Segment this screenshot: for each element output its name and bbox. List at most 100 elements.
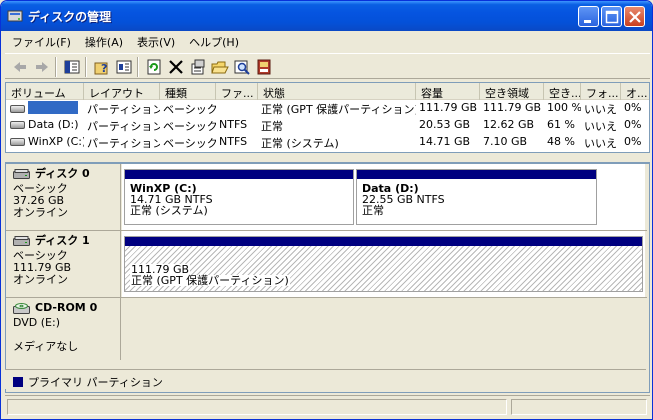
column-header-layout[interactable]: レイアウト [84, 83, 160, 100]
maximize-button[interactable] [601, 6, 622, 27]
disk-graphical-view: ディスク 0 ベーシック 37.26 GB オンライン WinXP (C:) 1… [5, 162, 650, 393]
disk-title: CD-ROM 0 [35, 301, 98, 314]
volume-list-header: ボリューム レイアウト 種類 ファ... 状態 容量 空き領域 空き... フォ… [6, 83, 649, 100]
minimize-button[interactable] [578, 6, 599, 27]
back-icon[interactable] [11, 58, 29, 76]
svg-text:?: ? [101, 62, 107, 75]
layout-cell: パーティション [87, 103, 160, 116]
column-header-free-percent[interactable]: 空き... [544, 83, 581, 100]
partition-legend: プライマリ パーティション [5, 369, 646, 389]
properties-list-icon[interactable] [115, 58, 133, 76]
partition-status: 正常 (GPT 保護パーティション) [130, 275, 642, 286]
volume-cell: Data (D:) [6, 117, 84, 133]
legend-swatch-primary [13, 377, 23, 387]
disk-partition-area: WinXP (C:) 14.71 GB NTFS 正常 (システム) Data … [122, 164, 645, 230]
toolbar-separator [137, 57, 139, 77]
partition-header-bar [125, 237, 642, 246]
partition-header-bar [357, 170, 596, 179]
selected-volume-highlight [28, 101, 78, 114]
menu-action[interactable]: 操作(A) [78, 31, 130, 51]
disk-name: CD-ROM 0 [13, 302, 120, 316]
column-header-fault-tolerance[interactable]: フォ... [581, 83, 621, 100]
filesystem-cell: NTFS [219, 118, 248, 131]
volume-cell [6, 100, 84, 116]
status-pane [511, 399, 647, 415]
minimize-icon [584, 20, 591, 23]
disk-label[interactable]: ディスク 1 ベーシック 111.79 GB オンライン [6, 231, 121, 297]
hard-disk-icon [13, 169, 30, 179]
status-pane [7, 399, 507, 415]
volume-row[interactable]: Data (D:) パーティション ベーシック NTFS 正常 20.53 GB… [6, 117, 649, 133]
toolbar: ? [5, 53, 650, 79]
partition-body: WinXP (C:) 14.71 GB NTFS 正常 (システム) [125, 179, 353, 224]
volume-drive-icon [10, 138, 25, 146]
volume-name: WinXP (C:) [28, 135, 84, 148]
partition-body: 111.79 GB 正常 (GPT 保護パーティション) [125, 246, 642, 291]
column-header-type[interactable]: 種類 [160, 83, 216, 100]
menu-file[interactable]: ファイル(F) [5, 31, 78, 51]
free-space-cell: 12.62 GB [483, 118, 535, 131]
capacity-cell: 14.71 GB [419, 135, 471, 148]
partition-status-text: 正常 (GPT 保護パーティション) [130, 274, 290, 287]
column-header-free-space[interactable]: 空き領域 [480, 83, 544, 100]
partition-body: Data (D:) 22.55 GB NTFS 正常 [357, 179, 596, 224]
disk-name: ディスク 1 [13, 235, 120, 249]
column-header-volume[interactable]: ボリューム [6, 83, 84, 100]
volume-row[interactable]: パーティション ベーシック 正常 (GPT 保護パーティション) 111.79 … [6, 100, 649, 116]
status-cell: 正常 (システム) [261, 137, 339, 150]
disk-row: CD-ROM 0 DVD (E:) メディアなし [6, 298, 647, 360]
type-cell: ベーシック [163, 120, 216, 133]
delete-icon[interactable] [167, 58, 185, 76]
properties-icon[interactable] [189, 58, 207, 76]
help-topics-icon[interactable] [255, 58, 273, 76]
close-icon [629, 11, 641, 23]
window-title: ディスクの管理 [28, 10, 112, 24]
disk-row: ディスク 0 ベーシック 37.26 GB オンライン WinXP (C:) 1… [6, 164, 647, 230]
refresh-icon[interactable] [145, 58, 163, 76]
free-space-cell: 7.10 GB [483, 135, 528, 148]
disk-name: ディスク 0 [13, 168, 120, 182]
title-bar[interactable]: ディスクの管理 [1, 1, 652, 31]
open-icon[interactable] [211, 58, 229, 76]
close-button[interactable] [624, 6, 645, 27]
menu-help[interactable]: ヘルプ(H) [182, 31, 246, 51]
toolbar-separator [55, 57, 57, 77]
disk-label[interactable]: CD-ROM 0 DVD (E:) メディアなし [6, 298, 121, 360]
disk-label[interactable]: ディスク 0 ベーシック 37.26 GB オンライン [6, 164, 121, 230]
capacity-cell: 111.79 GB [419, 101, 478, 114]
console-tree-icon[interactable] [63, 58, 81, 76]
hard-disk-icon [13, 236, 30, 246]
column-header-capacity[interactable]: 容量 [416, 83, 480, 100]
volume-list[interactable]: ボリューム レイアウト 種類 ファ... 状態 容量 空き領域 空き... フォ… [5, 82, 650, 153]
capacity-cell: 20.53 GB [419, 118, 471, 131]
type-cell: ベーシック [163, 103, 216, 116]
layout-cell: パーティション [87, 137, 160, 150]
explore-icon[interactable] [233, 58, 251, 76]
type-cell: ベーシック [163, 137, 216, 150]
volume-name: Data (D:) [28, 118, 79, 131]
partition-block[interactable]: Data (D:) 22.55 GB NTFS 正常 [356, 169, 597, 225]
partition-block[interactable]: WinXP (C:) 14.71 GB NTFS 正常 (システム) [124, 169, 354, 225]
status-cell: 正常 (GPT 保護パーティション) [261, 103, 416, 116]
free-space-cell: 111.79 GB [483, 101, 542, 114]
disk-partition-area: 111.79 GB 正常 (GPT 保護パーティション) [122, 231, 645, 297]
status-cell: 正常 [261, 120, 283, 133]
partition-block[interactable]: 111.79 GB 正常 (GPT 保護パーティション) [124, 236, 643, 292]
volume-row[interactable]: WinXP (C:) パーティション ベーシック NTFS 正常 (システム) … [6, 134, 649, 150]
volume-drive-icon [10, 105, 25, 113]
column-header-status[interactable]: 状態 [258, 83, 416, 100]
free-percent-cell: 48 % [547, 135, 575, 148]
volume-cell: WinXP (C:) [6, 134, 84, 150]
disk-partition-area [122, 298, 645, 360]
overhead-cell: 0% [624, 135, 642, 148]
column-header-overhead[interactable]: オ... [621, 83, 649, 100]
disk-management-app-icon [7, 10, 23, 22]
toolbar-separator [85, 57, 87, 77]
menu-view[interactable]: 表示(V) [130, 31, 182, 51]
disk-state: オンライン [13, 273, 68, 286]
help-icon[interactable]: ? [93, 58, 111, 76]
column-header-filesystem[interactable]: ファ... [216, 83, 258, 100]
forward-icon[interactable] [33, 58, 51, 76]
menu-bar: ファイル(F) 操作(A) 表示(V) ヘルプ(H) [5, 31, 650, 51]
filesystem-cell [216, 100, 258, 116]
